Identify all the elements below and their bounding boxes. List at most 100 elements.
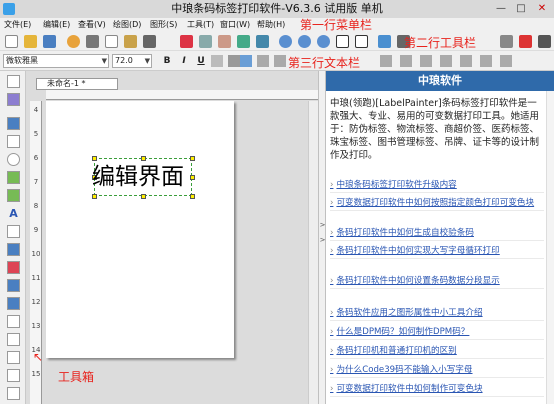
redo-icon[interactable] xyxy=(256,35,269,48)
strikethrough-icon[interactable] xyxy=(211,55,223,67)
label-text-object[interactable]: 编辑界面 xyxy=(92,161,196,193)
flip-icon[interactable] xyxy=(500,55,512,67)
hand-tool-icon[interactable] xyxy=(7,93,20,106)
picture-tool-icon[interactable] xyxy=(7,189,20,202)
menu-help[interactable]: 帮助(H) xyxy=(257,18,285,32)
article-link[interactable]: › 条码软件应用之图形属性中小工具介绍 xyxy=(330,307,544,321)
vertical-scrollbar[interactable] xyxy=(308,101,318,404)
grid-icon[interactable] xyxy=(143,35,156,48)
zoom-fit-icon[interactable] xyxy=(317,35,330,48)
annotation-menu: 第一行菜单栏 xyxy=(300,18,373,32)
print-preview-icon[interactable] xyxy=(105,35,118,48)
menu-bar: 文件(E) 编辑(E) 查看(V) 绘图(D) 图形(S) 工具(T) 窗口(W… xyxy=(0,18,554,32)
new-icon[interactable] xyxy=(5,35,18,48)
paste-icon[interactable] xyxy=(218,35,231,48)
align-right-icon[interactable] xyxy=(274,55,286,67)
resize-handle[interactable] xyxy=(190,194,195,199)
more-icon[interactable] xyxy=(538,35,551,48)
image-tool-icon[interactable] xyxy=(7,171,20,184)
arc-tool-icon[interactable] xyxy=(7,315,20,328)
arrow-icon: ↖ xyxy=(33,350,44,364)
zoom-in-icon[interactable] xyxy=(279,35,292,48)
article-link[interactable]: › 条码打印机和普通打印机的区别 xyxy=(330,345,544,359)
italic-button[interactable]: I xyxy=(177,54,191,68)
line-tool-icon[interactable] xyxy=(7,117,20,130)
rectangle-tool-icon[interactable] xyxy=(7,135,20,148)
textbox-tool-icon[interactable] xyxy=(7,243,20,256)
chevron-right-icon: › xyxy=(330,308,334,318)
article-link[interactable]: › 为什么Code39码不能输入小写字母 xyxy=(330,364,544,378)
ruler-tick-label: 10 xyxy=(31,250,41,258)
article-link[interactable]: › 条码打印软件中如何设置条码数据分段显示 xyxy=(330,275,544,289)
document-tab[interactable]: 未命名-1 * xyxy=(36,78,118,90)
article-link[interactable]: › 可变数据打印软件中如何按照指定颜色打印可变色块 xyxy=(330,197,544,211)
article-link[interactable]: › 可变数据打印软件中如何制作可变色块 xyxy=(330,383,544,397)
article-link[interactable]: › 中琅条码标签打印软件升级内容 xyxy=(330,179,544,193)
chevron-right-icon: › xyxy=(330,246,334,256)
panel-divider[interactable]: > > xyxy=(318,71,326,404)
group-icon[interactable] xyxy=(440,55,452,67)
text-tool-icon[interactable]: A xyxy=(7,207,20,220)
barcode-tool-icon[interactable] xyxy=(7,225,20,238)
label-page[interactable]: 编辑界面 xyxy=(46,101,234,358)
resize-handle[interactable] xyxy=(92,194,97,199)
annotation-toolbar: 第二行工具栏 xyxy=(404,36,477,50)
resize-handle[interactable] xyxy=(141,194,146,199)
save-icon[interactable] xyxy=(43,35,56,48)
qr-icon[interactable] xyxy=(336,35,349,48)
article-link[interactable]: › 条码打印软件中如何生成自校验条码 xyxy=(330,227,544,241)
select-tool-icon[interactable] xyxy=(7,75,20,88)
menu-tools[interactable]: 工具(T) xyxy=(187,18,214,32)
undo-icon[interactable] xyxy=(237,35,250,48)
menu-edit[interactable]: 编辑(E) xyxy=(43,18,70,32)
layer-icon[interactable] xyxy=(420,55,432,67)
database-icon[interactable] xyxy=(124,35,137,48)
menu-window[interactable]: 窗口(W) xyxy=(220,18,250,32)
table-tool-icon[interactable] xyxy=(7,279,20,292)
article-link[interactable]: › 条码打印软件中如何实现大写字母循环打印 xyxy=(330,245,544,259)
text-color-icon[interactable] xyxy=(228,55,240,67)
diamond-tool-icon[interactable] xyxy=(7,369,20,382)
title-bar: 中琅条码标签打印软件-V6.3.6 试用版 单机 — □ ✕ xyxy=(0,0,554,18)
distribute-icon[interactable] xyxy=(400,55,412,67)
lock-icon[interactable] xyxy=(480,55,492,67)
menu-view[interactable]: 查看(V) xyxy=(78,18,106,32)
menu-shape[interactable]: 图形(S) xyxy=(150,18,177,32)
pointer-icon[interactable] xyxy=(378,35,391,48)
ruler-tick-label: 5 xyxy=(33,130,39,138)
curve-tool-icon[interactable] xyxy=(7,297,20,310)
spacing-icon[interactable] xyxy=(380,55,392,67)
align-left-icon[interactable] xyxy=(240,55,252,67)
align-icon[interactable] xyxy=(500,35,513,48)
ellipse-tool-icon[interactable] xyxy=(7,153,20,166)
annotation-toolbox: 工具箱 xyxy=(58,370,95,384)
cut-icon[interactable] xyxy=(180,35,193,48)
close-button[interactable]: ✕ xyxy=(531,1,553,16)
font-family-select[interactable]: 微软雅黑 ▼ xyxy=(3,54,109,68)
triangle-tool-icon[interactable] xyxy=(7,351,20,364)
open-icon[interactable] xyxy=(24,35,37,48)
minimize-button[interactable]: — xyxy=(490,1,512,16)
settings-icon[interactable] xyxy=(67,35,80,48)
barcode-icon[interactable] xyxy=(355,35,368,48)
parallelogram-tool-icon[interactable] xyxy=(7,387,20,400)
zoom-out-icon[interactable] xyxy=(298,35,311,48)
pdf-icon[interactable] xyxy=(519,35,532,48)
menu-file[interactable]: 文件(E) xyxy=(4,18,31,32)
polyline-tool-icon[interactable] xyxy=(7,333,20,346)
bold-button[interactable]: B xyxy=(160,54,174,68)
maximize-button[interactable]: □ xyxy=(510,1,532,16)
menu-draw[interactable]: 绘图(D) xyxy=(113,18,141,32)
annotation-textbar: 第三行文本栏 xyxy=(288,56,361,70)
copy-icon[interactable] xyxy=(199,35,212,48)
chevron-right-icon: › xyxy=(330,198,334,208)
article-link[interactable]: › 什么是DPM码？如何制作DPM码？ xyxy=(330,326,544,340)
rotate-icon[interactable] xyxy=(460,55,472,67)
canvas-area: 未命名-1 * 4 5 6 7 8 9 10 11 12 13 14 15 编辑… xyxy=(26,71,318,404)
side-panel-scrollbar[interactable] xyxy=(546,91,554,404)
underline-button[interactable]: U xyxy=(194,54,208,68)
align-center-icon[interactable] xyxy=(257,55,269,67)
stamp-tool-icon[interactable] xyxy=(7,261,20,274)
font-size-select[interactable]: 72.0 ▼ xyxy=(112,54,152,68)
print-icon[interactable] xyxy=(86,35,99,48)
